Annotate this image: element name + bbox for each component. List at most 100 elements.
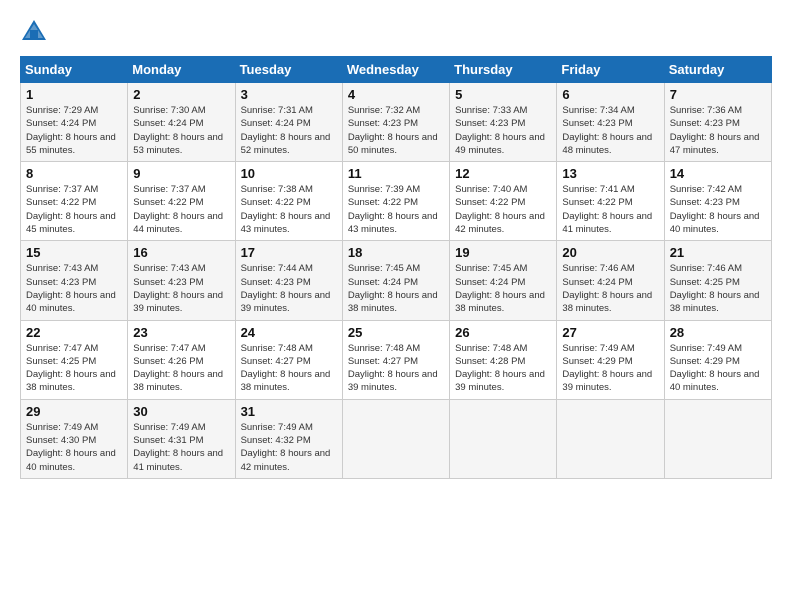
calendar-cell (342, 399, 449, 478)
day-info: Sunrise: 7:47 AMSunset: 4:26 PMDaylight:… (133, 343, 223, 394)
calendar-cell: 1 Sunrise: 7:29 AMSunset: 4:24 PMDayligh… (21, 83, 128, 162)
calendar-cell: 23 Sunrise: 7:47 AMSunset: 4:26 PMDaylig… (128, 320, 235, 399)
day-number: 3 (241, 87, 338, 102)
day-number: 11 (348, 166, 445, 181)
day-number: 2 (133, 87, 230, 102)
calendar-cell: 14 Sunrise: 7:42 AMSunset: 4:23 PMDaylig… (664, 162, 771, 241)
week-row-5: 29 Sunrise: 7:49 AMSunset: 4:30 PMDaylig… (21, 399, 772, 478)
day-number: 24 (241, 325, 338, 340)
calendar-cell: 16 Sunrise: 7:43 AMSunset: 4:23 PMDaylig… (128, 241, 235, 320)
day-info: Sunrise: 7:48 AMSunset: 4:27 PMDaylight:… (241, 343, 331, 394)
day-number: 29 (26, 404, 123, 419)
calendar-cell: 30 Sunrise: 7:49 AMSunset: 4:31 PMDaylig… (128, 399, 235, 478)
day-info: Sunrise: 7:47 AMSunset: 4:25 PMDaylight:… (26, 343, 116, 394)
weekday-header-friday: Friday (557, 57, 664, 83)
weekday-header-wednesday: Wednesday (342, 57, 449, 83)
day-number: 27 (562, 325, 659, 340)
calendar-cell: 29 Sunrise: 7:49 AMSunset: 4:30 PMDaylig… (21, 399, 128, 478)
day-info: Sunrise: 7:44 AMSunset: 4:23 PMDaylight:… (241, 263, 331, 314)
day-info: Sunrise: 7:29 AMSunset: 4:24 PMDaylight:… (26, 105, 116, 156)
day-info: Sunrise: 7:37 AMSunset: 4:22 PMDaylight:… (133, 184, 223, 235)
day-info: Sunrise: 7:33 AMSunset: 4:23 PMDaylight:… (455, 105, 545, 156)
calendar-cell: 10 Sunrise: 7:38 AMSunset: 4:22 PMDaylig… (235, 162, 342, 241)
calendar-cell: 19 Sunrise: 7:45 AMSunset: 4:24 PMDaylig… (450, 241, 557, 320)
header (20, 18, 772, 46)
calendar-cell: 9 Sunrise: 7:37 AMSunset: 4:22 PMDayligh… (128, 162, 235, 241)
week-row-2: 8 Sunrise: 7:37 AMSunset: 4:22 PMDayligh… (21, 162, 772, 241)
calendar-cell: 22 Sunrise: 7:47 AMSunset: 4:25 PMDaylig… (21, 320, 128, 399)
day-number: 15 (26, 245, 123, 260)
calendar-cell: 5 Sunrise: 7:33 AMSunset: 4:23 PMDayligh… (450, 83, 557, 162)
day-info: Sunrise: 7:46 AMSunset: 4:25 PMDaylight:… (670, 263, 760, 314)
day-info: Sunrise: 7:46 AMSunset: 4:24 PMDaylight:… (562, 263, 652, 314)
calendar-cell: 18 Sunrise: 7:45 AMSunset: 4:24 PMDaylig… (342, 241, 449, 320)
weekday-header-sunday: Sunday (21, 57, 128, 83)
day-info: Sunrise: 7:42 AMSunset: 4:23 PMDaylight:… (670, 184, 760, 235)
day-info: Sunrise: 7:45 AMSunset: 4:24 PMDaylight:… (455, 263, 545, 314)
calendar-cell: 4 Sunrise: 7:32 AMSunset: 4:23 PMDayligh… (342, 83, 449, 162)
day-info: Sunrise: 7:41 AMSunset: 4:22 PMDaylight:… (562, 184, 652, 235)
day-info: Sunrise: 7:43 AMSunset: 4:23 PMDaylight:… (26, 263, 116, 314)
weekday-header-monday: Monday (128, 57, 235, 83)
day-info: Sunrise: 7:49 AMSunset: 4:31 PMDaylight:… (133, 422, 223, 473)
calendar-cell: 15 Sunrise: 7:43 AMSunset: 4:23 PMDaylig… (21, 241, 128, 320)
day-number: 10 (241, 166, 338, 181)
calendar-cell: 3 Sunrise: 7:31 AMSunset: 4:24 PMDayligh… (235, 83, 342, 162)
day-number: 21 (670, 245, 767, 260)
calendar-cell: 24 Sunrise: 7:48 AMSunset: 4:27 PMDaylig… (235, 320, 342, 399)
day-number: 6 (562, 87, 659, 102)
calendar-cell: 8 Sunrise: 7:37 AMSunset: 4:22 PMDayligh… (21, 162, 128, 241)
day-number: 23 (133, 325, 230, 340)
day-number: 30 (133, 404, 230, 419)
day-info: Sunrise: 7:39 AMSunset: 4:22 PMDaylight:… (348, 184, 438, 235)
day-info: Sunrise: 7:45 AMSunset: 4:24 PMDaylight:… (348, 263, 438, 314)
calendar-cell (664, 399, 771, 478)
day-number: 4 (348, 87, 445, 102)
day-number: 9 (133, 166, 230, 181)
day-number: 12 (455, 166, 552, 181)
calendar-cell: 26 Sunrise: 7:48 AMSunset: 4:28 PMDaylig… (450, 320, 557, 399)
day-info: Sunrise: 7:31 AMSunset: 4:24 PMDaylight:… (241, 105, 331, 156)
calendar-cell: 17 Sunrise: 7:44 AMSunset: 4:23 PMDaylig… (235, 241, 342, 320)
day-info: Sunrise: 7:49 AMSunset: 4:32 PMDaylight:… (241, 422, 331, 473)
day-number: 22 (26, 325, 123, 340)
calendar-cell: 13 Sunrise: 7:41 AMSunset: 4:22 PMDaylig… (557, 162, 664, 241)
logo (20, 18, 52, 46)
week-row-1: 1 Sunrise: 7:29 AMSunset: 4:24 PMDayligh… (21, 83, 772, 162)
day-number: 31 (241, 404, 338, 419)
day-number: 13 (562, 166, 659, 181)
calendar-cell: 20 Sunrise: 7:46 AMSunset: 4:24 PMDaylig… (557, 241, 664, 320)
calendar-cell: 27 Sunrise: 7:49 AMSunset: 4:29 PMDaylig… (557, 320, 664, 399)
calendar-cell: 12 Sunrise: 7:40 AMSunset: 4:22 PMDaylig… (450, 162, 557, 241)
weekday-header-row: SundayMondayTuesdayWednesdayThursdayFrid… (21, 57, 772, 83)
day-number: 16 (133, 245, 230, 260)
calendar-cell: 31 Sunrise: 7:49 AMSunset: 4:32 PMDaylig… (235, 399, 342, 478)
calendar-cell: 2 Sunrise: 7:30 AMSunset: 4:24 PMDayligh… (128, 83, 235, 162)
day-number: 25 (348, 325, 445, 340)
day-info: Sunrise: 7:40 AMSunset: 4:22 PMDaylight:… (455, 184, 545, 235)
calendar-cell: 6 Sunrise: 7:34 AMSunset: 4:23 PMDayligh… (557, 83, 664, 162)
day-info: Sunrise: 7:30 AMSunset: 4:24 PMDaylight:… (133, 105, 223, 156)
day-number: 19 (455, 245, 552, 260)
week-row-4: 22 Sunrise: 7:47 AMSunset: 4:25 PMDaylig… (21, 320, 772, 399)
calendar-cell (557, 399, 664, 478)
day-info: Sunrise: 7:38 AMSunset: 4:22 PMDaylight:… (241, 184, 331, 235)
calendar-cell: 28 Sunrise: 7:49 AMSunset: 4:29 PMDaylig… (664, 320, 771, 399)
day-number: 20 (562, 245, 659, 260)
day-info: Sunrise: 7:36 AMSunset: 4:23 PMDaylight:… (670, 105, 760, 156)
calendar-cell: 7 Sunrise: 7:36 AMSunset: 4:23 PMDayligh… (664, 83, 771, 162)
day-info: Sunrise: 7:48 AMSunset: 4:27 PMDaylight:… (348, 343, 438, 394)
day-number: 8 (26, 166, 123, 181)
week-row-3: 15 Sunrise: 7:43 AMSunset: 4:23 PMDaylig… (21, 241, 772, 320)
day-info: Sunrise: 7:49 AMSunset: 4:29 PMDaylight:… (562, 343, 652, 394)
day-info: Sunrise: 7:48 AMSunset: 4:28 PMDaylight:… (455, 343, 545, 394)
day-number: 18 (348, 245, 445, 260)
day-info: Sunrise: 7:32 AMSunset: 4:23 PMDaylight:… (348, 105, 438, 156)
day-info: Sunrise: 7:37 AMSunset: 4:22 PMDaylight:… (26, 184, 116, 235)
day-info: Sunrise: 7:34 AMSunset: 4:23 PMDaylight:… (562, 105, 652, 156)
day-number: 14 (670, 166, 767, 181)
day-info: Sunrise: 7:49 AMSunset: 4:30 PMDaylight:… (26, 422, 116, 473)
calendar-cell (450, 399, 557, 478)
day-number: 5 (455, 87, 552, 102)
page: SundayMondayTuesdayWednesdayThursdayFrid… (0, 0, 792, 489)
